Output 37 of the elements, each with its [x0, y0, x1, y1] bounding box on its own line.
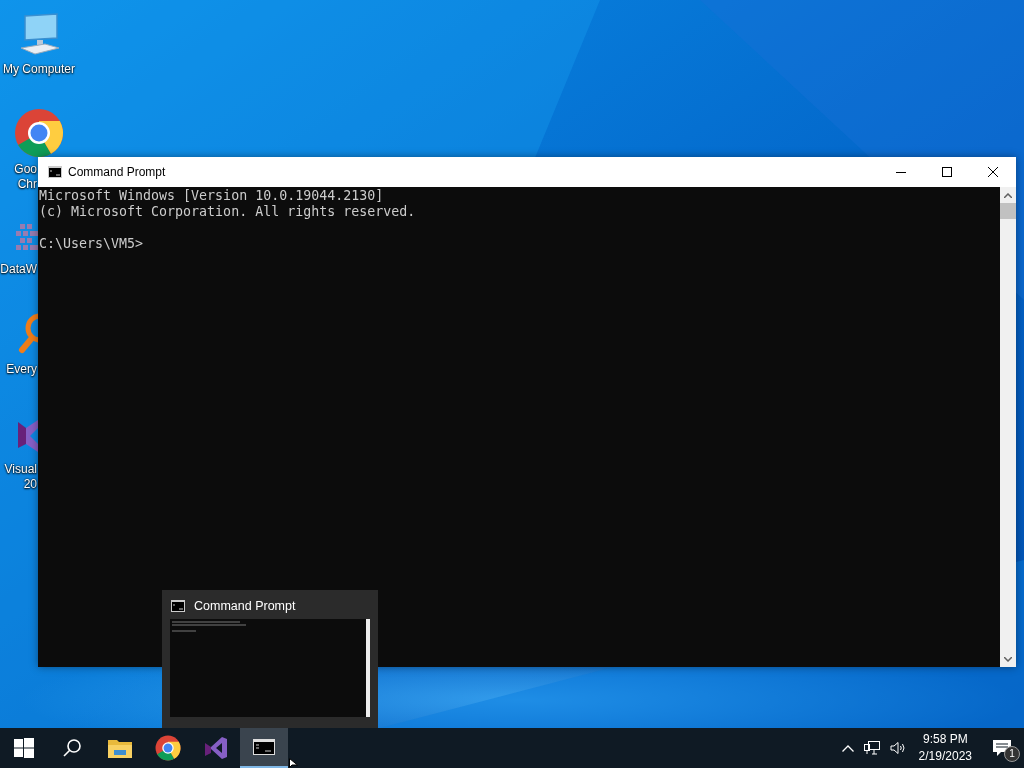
speaker-icon — [889, 741, 906, 755]
icon-label: DataW — [0, 262, 37, 277]
minimize-icon — [896, 171, 906, 173]
caret-up-icon — [841, 744, 854, 752]
console-line: (c) Microsoft Corporation. All rights reserved. — [39, 204, 417, 220]
console-line: C:\Users\VM5> — [39, 236, 145, 252]
icon-label: Every — [6, 362, 37, 377]
window-title: Command Prompt — [68, 165, 167, 179]
caret-up-icon — [1004, 192, 1012, 198]
maximize-icon — [942, 167, 952, 177]
caret-down-icon — [1004, 656, 1012, 662]
search-icon — [62, 738, 82, 758]
notification-count: 1 — [1004, 746, 1020, 762]
console-line: Microsoft Windows [Version 10.0.19044.2130] — [39, 188, 385, 204]
windows-logo-icon — [14, 738, 34, 758]
icon-label: 20 — [23, 477, 37, 492]
close-icon — [988, 167, 998, 177]
console-icon — [170, 600, 186, 612]
console-icon — [253, 739, 275, 755]
icon-label: Chr — [17, 177, 37, 192]
icon-label: My Computer — [3, 62, 75, 77]
notifications-button[interactable]: 1 — [980, 728, 1024, 768]
scrollbar[interactable] — [1000, 187, 1016, 667]
visual-studio-icon — [203, 735, 229, 761]
scroll-thumb[interactable] — [1000, 203, 1016, 219]
chrome-icon — [155, 735, 181, 761]
console-button[interactable] — [240, 728, 288, 768]
preview-title: Command Prompt — [194, 599, 296, 613]
time-text: 9:58 PM — [922, 731, 968, 748]
folder-icon — [108, 738, 132, 758]
icon-label: Visual — [4, 462, 37, 477]
network-icon — [863, 741, 880, 755]
icon-label: Goo — [14, 162, 37, 177]
grid-icon — [16, 224, 38, 250]
console-icon — [48, 166, 62, 178]
clock-button[interactable]: 9:58 PM 2/19/2023 — [910, 731, 980, 765]
date-text: 2/19/2023 — [918, 748, 972, 765]
